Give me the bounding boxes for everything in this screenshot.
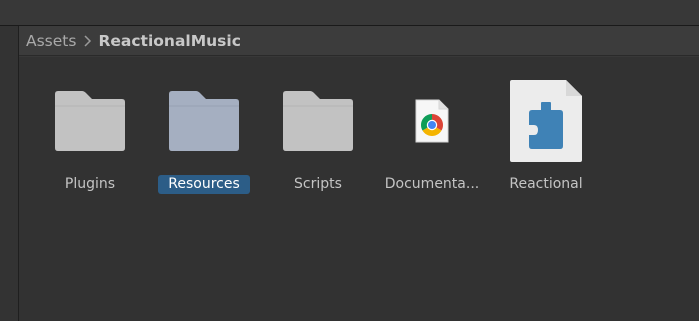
asset-reactional[interactable]: Reactional (494, 78, 598, 198)
chevron-right-icon (76, 34, 98, 48)
chrome-html-file-icon (380, 78, 484, 164)
asset-label: Resources (158, 175, 250, 194)
asset-plugins[interactable]: Plugins (38, 78, 142, 198)
breadcrumb-item-reactionalmusic[interactable]: ReactionalMusic (98, 32, 240, 50)
folder-icon (266, 78, 370, 164)
asset-grid: Plugins Resources Scripts Documenta... R… (19, 57, 699, 321)
plugin-asset-icon (494, 78, 598, 164)
folder-icon (38, 78, 142, 164)
folder-icon (152, 78, 256, 164)
folder-tree-panel[interactable] (0, 26, 18, 321)
asset-label: Scripts (294, 176, 342, 192)
asset-label: Plugins (64, 176, 116, 192)
asset-documentation[interactable]: Documenta... (380, 78, 484, 198)
toolbar-strip (0, 0, 699, 25)
breadcrumb-item-assets[interactable]: Assets (26, 32, 76, 50)
asset-scripts[interactable]: Scripts (266, 78, 370, 198)
breadcrumb: Assets ReactionalMusic (19, 26, 699, 56)
asset-label: Documenta... (384, 176, 480, 192)
asset-label: Reactional (509, 176, 583, 192)
project-window: Assets ReactionalMusic Plugins Resources… (0, 0, 699, 321)
asset-resources[interactable]: Resources (152, 78, 256, 198)
